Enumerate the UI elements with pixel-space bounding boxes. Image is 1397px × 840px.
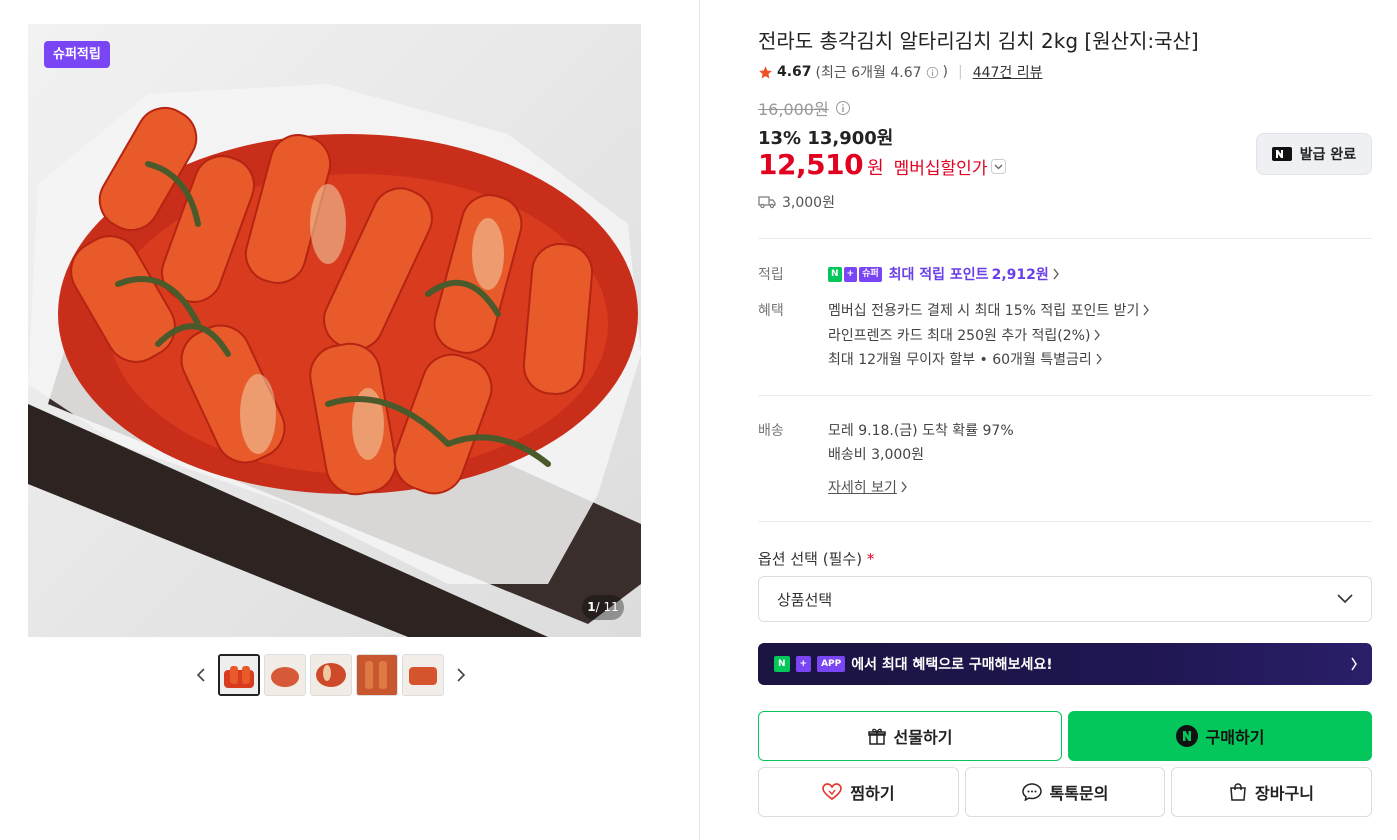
delivery-label: 배송 — [758, 423, 784, 439]
info-icon[interactable] — [926, 66, 939, 79]
gift-button[interactable]: 선물하기 — [758, 711, 1062, 761]
rating-recent-close: ) — [942, 64, 948, 80]
discount-price: 13% 13,900원 — [758, 128, 894, 149]
chevron-down-icon — [1337, 594, 1353, 604]
truck-icon — [758, 196, 776, 209]
banner-text: 에서 최대 혜택으로 구매해보세요! — [851, 657, 1053, 673]
points-value: 2,912원 — [991, 267, 1049, 283]
super-points-badge: 슈퍼적립 — [44, 41, 110, 68]
chevron-right-icon — [1094, 329, 1101, 341]
thumbnail-strip — [188, 654, 474, 696]
divider — [758, 238, 1372, 239]
image-counter-current: 1 — [587, 600, 596, 614]
rating-separator: | — [957, 64, 963, 80]
talk-inquiry-button[interactable]: 톡톡문의 — [965, 767, 1165, 817]
badge-n: N — [828, 266, 842, 282]
price-info-icon[interactable] — [835, 100, 851, 116]
talk-button-label: 톡톡문의 — [1049, 784, 1109, 803]
naver-coupon-icon — [1271, 147, 1292, 161]
cart-button-label: 장바구니 — [1255, 784, 1314, 803]
rating-score: 4.67 — [777, 64, 812, 80]
kimchi-photo — [28, 24, 641, 637]
shopping-bag-icon — [1230, 783, 1246, 801]
member-price-currency: 원 — [867, 158, 884, 179]
coupon-button-label: 발급 완료 — [1299, 147, 1357, 163]
thumbnail-2[interactable] — [264, 654, 306, 696]
thumbnail-5[interactable] — [402, 654, 444, 696]
chevron-right-icon — [901, 481, 907, 493]
next-image-button[interactable] — [448, 654, 474, 696]
member-price-row[interactable]: 12,510 원 멤버십할인가 — [758, 148, 1007, 181]
points-text: 최대 적립 포인트 — [888, 267, 989, 283]
chevron-right-icon — [1053, 268, 1059, 280]
benefit-item-text: 최대 12개월 무이자 할부 • 60개월 특별금리 — [828, 352, 1092, 368]
image-counter-total: / 11 — [595, 600, 619, 614]
rating-recent: (최근 6개월 4.67 — [815, 65, 922, 81]
star-icon — [759, 65, 772, 78]
thumbnail-3[interactable] — [310, 654, 352, 696]
product-main-image[interactable] — [28, 24, 641, 637]
gift-button-label: 선물하기 — [893, 728, 953, 747]
option-label: 옵션 선택 (필수) * — [758, 548, 874, 569]
chevron-right-icon — [1143, 304, 1150, 316]
benefit-item[interactable]: 멤버십 전용카드 결제 시 최대 15% 적립 포인트 받기 — [828, 300, 1150, 320]
original-price-row: 16,000원 — [758, 96, 851, 120]
divider — [758, 521, 1372, 522]
banner-badge-n: N — [774, 656, 790, 672]
wishlist-button-label: 찜하기 — [850, 784, 895, 803]
required-mark: * — [866, 550, 875, 568]
points-label: 적립 — [758, 267, 784, 283]
chevron-down-icon[interactable] — [991, 159, 1007, 174]
benefit-item[interactable]: 라인프렌즈 카드 최대 250원 추가 적립(2%) — [828, 325, 1101, 345]
benefit-item[interactable]: 최대 12개월 무이자 할부 • 60개월 특별금리 — [828, 349, 1103, 369]
original-price: 16,000원 — [758, 100, 829, 119]
benefit-item-text: 라인프렌즈 카드 최대 250원 추가 적립(2%) — [828, 328, 1091, 344]
banner-badge-plus: + — [795, 656, 812, 672]
option-select-value: 상품선택 — [777, 590, 833, 609]
column-divider — [699, 0, 700, 840]
delivery-fee: 배송비 3,000원 — [828, 447, 925, 463]
heart-icon — [822, 783, 843, 801]
option-select[interactable]: 상품선택 — [758, 576, 1372, 622]
chevron-right-icon — [1351, 657, 1357, 671]
member-price: 12,510 — [758, 148, 864, 181]
product-title: 전라도 총각김치 알타리김치 김치 2kg [원산지:국산] — [758, 29, 1199, 53]
prev-image-button[interactable] — [188, 654, 214, 696]
delivery-detail-link[interactable]: 자세히 보기 — [828, 477, 908, 497]
detail-link-text: 자세히 보기 — [828, 480, 897, 496]
naver-n-icon — [1175, 725, 1198, 747]
buy-button-label: 구매하기 — [1205, 728, 1265, 747]
buy-button[interactable]: 구매하기 — [1068, 711, 1372, 761]
option-label-text: 옵션 선택 (필수) — [758, 550, 863, 568]
banner-badge-app: APP — [817, 656, 846, 672]
wishlist-button[interactable]: 찜하기 — [758, 767, 959, 817]
chevron-left-icon — [196, 668, 205, 682]
rating-row: 4.67 (최근 6개월 4.67 ) | 447건 리뷰 — [758, 62, 1043, 82]
naver-plus-badges: N + 슈퍼 — [828, 266, 882, 282]
image-counter: 1/ 11 — [582, 595, 624, 620]
review-count-link[interactable]: 447건 리뷰 — [973, 62, 1043, 82]
badge-super: 슈퍼 — [859, 266, 882, 282]
coupon-issued-button[interactable]: 발급 완료 — [1256, 133, 1372, 175]
badge-plus: + — [843, 266, 858, 282]
max-points-link[interactable]: N + 슈퍼 최대 적립 포인트 2,912원 — [828, 264, 1060, 284]
shipping-fee-row: 3,000원 — [758, 192, 835, 212]
cart-button[interactable]: 장바구니 — [1171, 767, 1372, 817]
chevron-right-icon — [1096, 353, 1102, 365]
benefit-item-text: 멤버십 전용카드 결제 시 최대 15% 적립 포인트 받기 — [828, 303, 1140, 319]
app-promo-banner[interactable]: N + APP 에서 최대 혜택으로 구매해보세요! — [758, 643, 1372, 685]
delivery-arrival: 모레 9.18.(금) 도착 확률 97% — [828, 423, 1014, 439]
product-gallery: 슈퍼적립 1/ 11 — [0, 0, 699, 840]
shipping-fee: 3,000원 — [782, 195, 835, 211]
member-price-label: 멤버십할인가 — [893, 159, 988, 179]
chevron-right-icon — [457, 668, 466, 682]
gift-icon — [867, 728, 886, 745]
chat-bubble-icon — [1021, 783, 1042, 801]
divider — [758, 395, 1372, 396]
thumbnail-4[interactable] — [356, 654, 398, 696]
thumbnail-1[interactable] — [218, 654, 260, 696]
benefits-label: 혜택 — [758, 303, 784, 319]
